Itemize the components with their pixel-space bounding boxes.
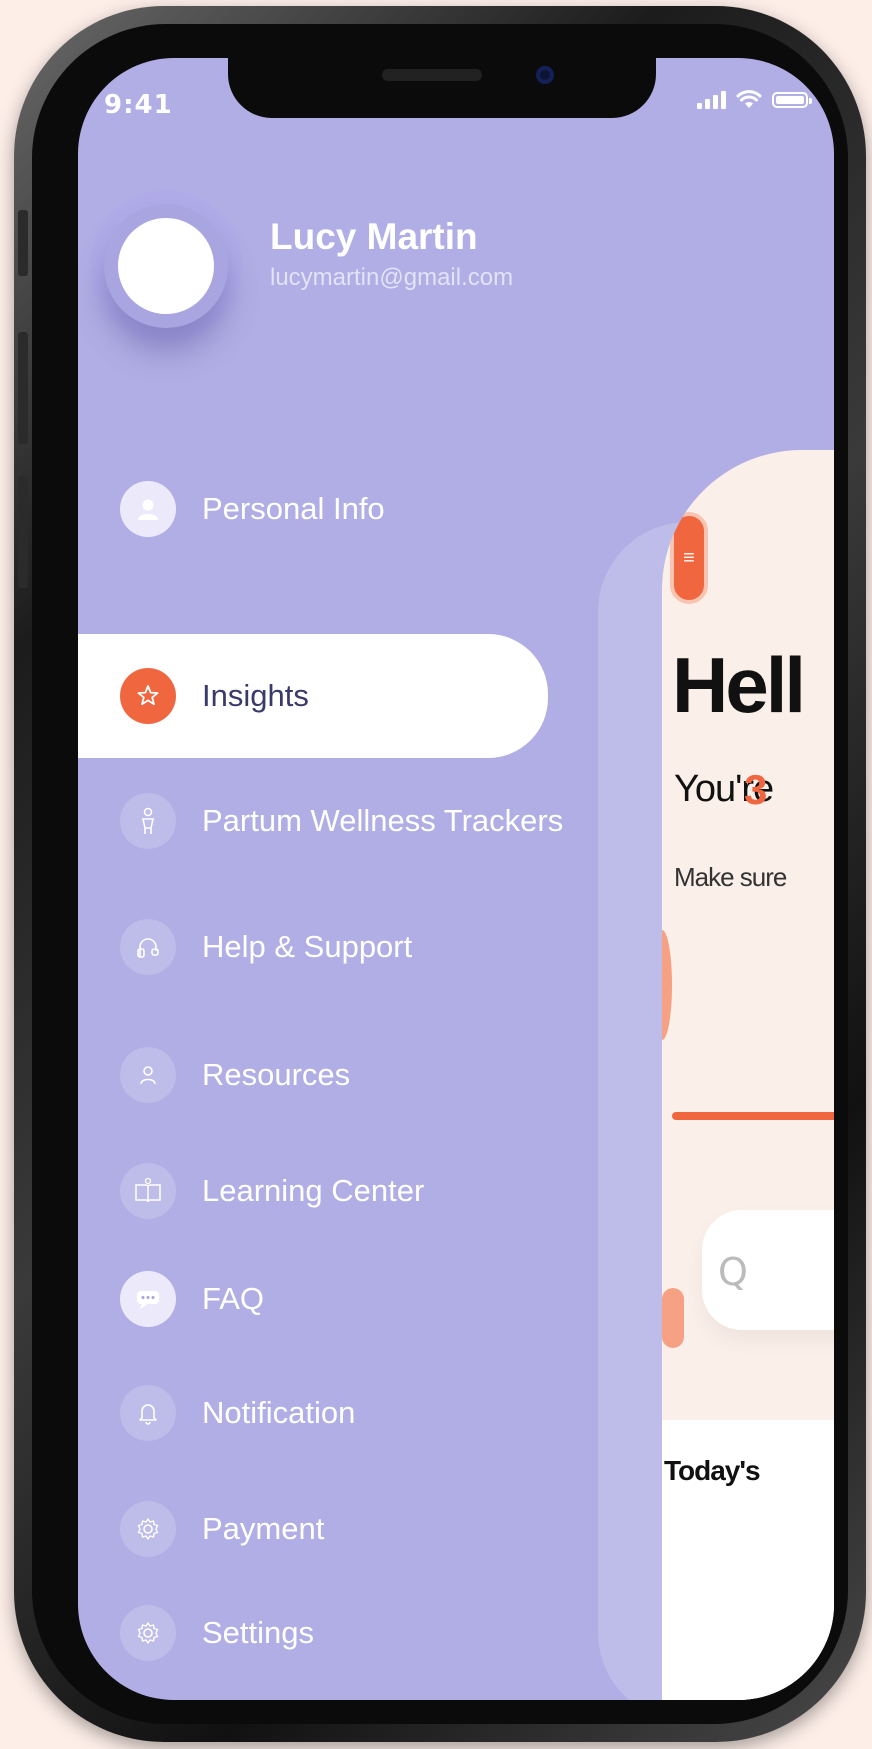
figure-icon [120, 793, 176, 849]
mute-switch [18, 210, 28, 276]
menu-label: FAQ [202, 1281, 265, 1316]
menu-item-personal-info[interactable]: Personal Info [78, 450, 548, 568]
notch [228, 58, 656, 118]
gear-icon [120, 1501, 176, 1557]
decorative-dot [662, 1288, 684, 1348]
person-icon [120, 481, 176, 537]
menu-label: Help & Support [202, 929, 413, 964]
week-number: 3 [744, 766, 768, 813]
menu-item-faq[interactable]: FAQ [78, 1240, 548, 1358]
menu-label: Learning Center [202, 1173, 425, 1208]
user-email: lucymartin@gmail.com [270, 264, 514, 291]
section-title: Today's [664, 1455, 761, 1486]
avatar-ring [104, 204, 228, 328]
user-name: Lucy Martin [270, 216, 478, 257]
menu-item-settings[interactable]: Settings [78, 1574, 548, 1692]
chat-icon [120, 1271, 176, 1327]
volume-down-button [18, 476, 28, 588]
menu-item-insights[interactable]: Insights [78, 634, 548, 758]
support-icon [120, 919, 176, 975]
avatar[interactable] [118, 218, 214, 314]
camera [536, 66, 554, 84]
signal-icon [697, 91, 726, 109]
menu-label: Personal Info [202, 491, 385, 526]
menu-item-resources[interactable]: Resources [78, 1016, 548, 1134]
status-icons [697, 90, 812, 110]
search-icon: Q [718, 1250, 748, 1294]
user-outline-icon [120, 1047, 176, 1103]
speaker [382, 69, 482, 81]
wifi-icon [736, 90, 762, 108]
menu-label: Payment [202, 1511, 325, 1546]
home-screen-preview[interactable]: ≡ Hell You're 3 Make sure Q Today's [662, 450, 834, 1700]
gear-icon [120, 1605, 176, 1661]
hint-text: Make sure [674, 862, 787, 892]
status-time: 9:41 [104, 90, 173, 120]
menu-item-notification[interactable]: Notification [78, 1354, 548, 1472]
menu-toggle-button[interactable]: ≡ [670, 512, 708, 604]
bell-icon [120, 1385, 176, 1441]
menu-label: Partum Wellness Trackers [202, 803, 564, 838]
app-screen: 9:41 ≡ Hell You're 3 Make sure Q Today's… [78, 58, 834, 1700]
menu-item-partum-wellness-trackers[interactable]: Partum Wellness Trackers [78, 762, 563, 880]
greeting-heading: Hell [672, 641, 806, 729]
menu-item-learning-center[interactable]: Learning Center [78, 1132, 548, 1250]
battery-icon [772, 92, 812, 108]
book-icon [120, 1163, 176, 1219]
menu-label: Notification [202, 1395, 356, 1430]
volume-up-button [18, 332, 28, 444]
star-icon [120, 668, 176, 724]
progress-line [672, 1112, 834, 1120]
menu-item-payment[interactable]: Payment [78, 1470, 548, 1588]
menu-label: Insights [202, 678, 309, 713]
menu-item-help-support[interactable]: Help & Support [78, 888, 548, 1006]
decorative-blob [662, 930, 672, 1040]
menu-label: Resources [202, 1057, 351, 1092]
menu-label: Settings [202, 1615, 315, 1650]
